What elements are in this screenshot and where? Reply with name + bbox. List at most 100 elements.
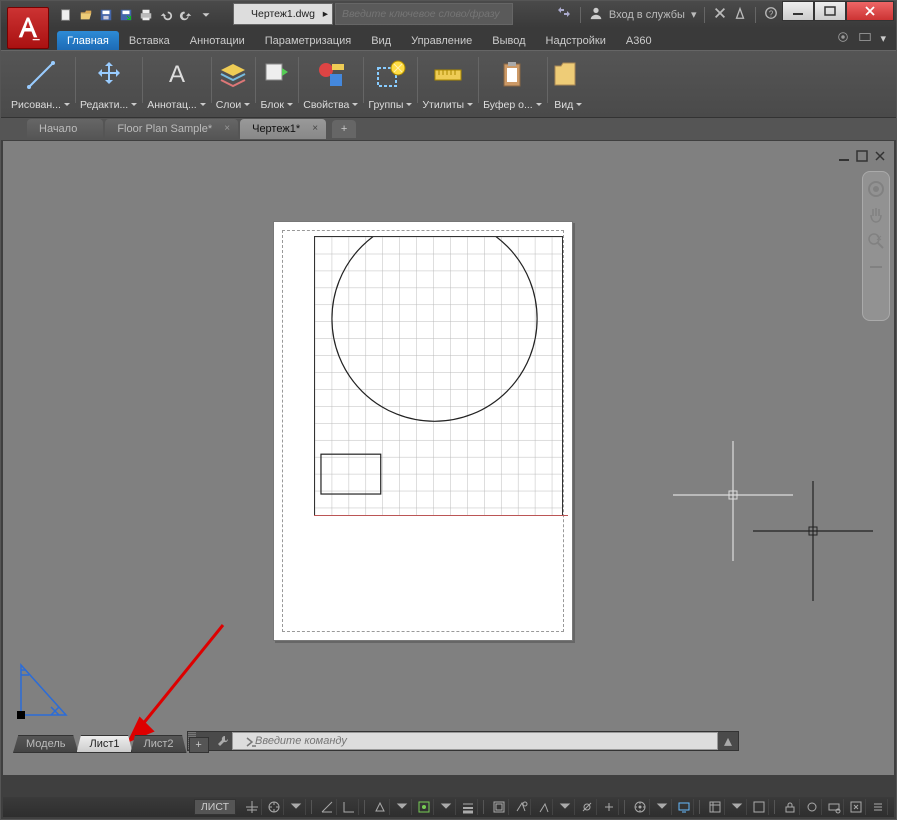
- status-units-icon[interactable]: [705, 799, 725, 815]
- status-scale-icon[interactable]: [533, 799, 553, 815]
- status-dropdown-6[interactable]: [727, 799, 747, 815]
- panel-utilities[interactable]: Утилиты: [418, 53, 478, 119]
- command-input[interactable]: [232, 732, 718, 750]
- status-lock-icon[interactable]: [780, 799, 800, 815]
- status-cleanscreen-icon[interactable]: [846, 799, 866, 815]
- status-bar: ЛИСТ: [3, 797, 894, 817]
- ribbon-tab-view[interactable]: Вид: [361, 31, 401, 50]
- navigation-bar[interactable]: [862, 171, 890, 321]
- layout-tab-add[interactable]: +: [189, 737, 209, 753]
- panel-modify[interactable]: Редакти...: [76, 53, 142, 119]
- qat-new[interactable]: [57, 6, 75, 24]
- vp-maximize-icon[interactable]: [856, 149, 868, 167]
- vp-close-icon[interactable]: [874, 149, 886, 167]
- close-button[interactable]: [846, 1, 894, 21]
- sign-in-dropdown-icon[interactable]: ▾: [691, 8, 697, 21]
- help-icon[interactable]: ?: [764, 6, 778, 23]
- measure-icon: [431, 58, 465, 92]
- qat-redo[interactable]: [177, 6, 195, 24]
- ribbon-tab-home[interactable]: Главная: [57, 31, 119, 50]
- ribbon-tab-manage[interactable]: Управление: [401, 31, 482, 50]
- file-tab-start[interactable]: Начало: [27, 119, 103, 139]
- featured-apps-icon[interactable]: [836, 30, 850, 47]
- status-dropdown-4[interactable]: [555, 799, 575, 815]
- status-space-label[interactable]: ЛИСТ: [194, 799, 236, 815]
- drawing-canvas[interactable]: ✕ ▴ Модель Лист1 Лист2 +: [3, 141, 894, 775]
- ribbon-tab-bar: Главная Вставка Аннотации Параметризация…: [1, 28, 896, 50]
- ribbon-tab-insert[interactable]: Вставка: [119, 31, 180, 50]
- panel-groups[interactable]: Группы: [364, 53, 417, 119]
- status-annovis-icon[interactable]: [577, 799, 597, 815]
- document-title[interactable]: Чертеж1.dwg ▸: [233, 3, 333, 25]
- status-hwaccel-icon[interactable]: [824, 799, 844, 815]
- layout-viewport[interactable]: [314, 236, 563, 516]
- status-customize-icon[interactable]: [868, 799, 888, 815]
- ribbon-tab-parametric[interactable]: Параметризация: [255, 31, 361, 50]
- status-autoscale-icon[interactable]: [599, 799, 619, 815]
- qat-open[interactable]: [77, 6, 95, 24]
- block-icon: [260, 58, 294, 92]
- status-snap-icon[interactable]: [264, 799, 284, 815]
- layout-tab-sheet1[interactable]: Лист1: [76, 735, 132, 753]
- status-qp-icon[interactable]: [749, 799, 769, 815]
- ribbon-dropdown-icon[interactable]: ▾: [880, 32, 886, 45]
- cmd-history-icon[interactable]: ▴: [718, 731, 738, 751]
- move-icon: [92, 58, 126, 92]
- status-isodraft-icon[interactable]: [370, 799, 390, 815]
- panel-block[interactable]: Блок: [256, 53, 298, 119]
- ribbon-tab-output[interactable]: Вывод: [482, 31, 535, 50]
- status-ortho-icon[interactable]: [339, 799, 359, 815]
- status-annoscale-icon[interactable]: [511, 799, 531, 815]
- pan-icon[interactable]: [867, 206, 885, 224]
- ribbon-minimize-icon[interactable]: [858, 30, 872, 47]
- qat-plot[interactable]: [137, 6, 155, 24]
- status-ws-icon[interactable]: [630, 799, 650, 815]
- close-icon[interactable]: ×: [312, 123, 318, 134]
- ribbon-tab-addins[interactable]: Надстройки: [536, 31, 616, 50]
- status-vpmax-icon[interactable]: [489, 799, 509, 815]
- status-osnap-icon[interactable]: [414, 799, 434, 815]
- status-lwt-icon[interactable]: [458, 799, 478, 815]
- status-monitor-icon[interactable]: [674, 799, 694, 815]
- panel-view[interactable]: Вид: [548, 53, 590, 119]
- file-tab-drawing1[interactable]: Чертеж1*×: [240, 119, 326, 139]
- file-tab-add[interactable]: +: [332, 120, 356, 138]
- infocenter-search[interactable]: [335, 3, 513, 25]
- vp-minimize-icon[interactable]: [838, 149, 850, 167]
- panel-draw[interactable]: Рисован...: [7, 53, 75, 119]
- search-input[interactable]: [336, 4, 512, 24]
- qat-undo[interactable]: [157, 6, 175, 24]
- panel-layers[interactable]: Слои: [212, 53, 256, 119]
- close-icon[interactable]: ×: [224, 123, 230, 134]
- ribbon-tab-a360[interactable]: A360: [616, 31, 662, 50]
- layout-tab-sheet2[interactable]: Лист2: [131, 735, 187, 753]
- status-dropdown-5[interactable]: [652, 799, 672, 815]
- app-menu-button[interactable]: [7, 7, 49, 49]
- search-icon[interactable]: [556, 5, 572, 24]
- status-dropdown-2[interactable]: [392, 799, 412, 815]
- panel-clipboard[interactable]: Буфер о...: [479, 53, 547, 119]
- layout-tab-model[interactable]: Модель: [13, 735, 78, 753]
- panel-properties[interactable]: Свойства: [299, 53, 363, 119]
- cmd-customize-icon[interactable]: [214, 734, 232, 748]
- sign-in-link[interactable]: Вход в службы: [609, 9, 685, 21]
- exchange-icon[interactable]: [713, 6, 727, 23]
- status-dropdown-3[interactable]: [436, 799, 456, 815]
- qat-saveas[interactable]: [117, 6, 135, 24]
- wheel-icon[interactable]: [867, 180, 885, 198]
- qat-save[interactable]: [97, 6, 115, 24]
- ribbon-tab-annotate[interactable]: Аннотации: [180, 31, 255, 50]
- command-line[interactable]: ✕ ▴: [187, 731, 739, 751]
- maximize-button[interactable]: [814, 1, 846, 21]
- file-tab-floorplan[interactable]: Floor Plan Sample*×: [105, 119, 238, 139]
- nav-dropdown-icon[interactable]: [867, 258, 885, 276]
- qat-dropdown[interactable]: [197, 6, 215, 24]
- status-dropdown-1[interactable]: [286, 799, 306, 815]
- panel-annotation[interactable]: A Аннотац...: [143, 53, 211, 119]
- status-grid-icon[interactable]: [242, 799, 262, 815]
- zoom-icon[interactable]: [867, 232, 885, 250]
- status-polar-icon[interactable]: [317, 799, 337, 815]
- a360-icon[interactable]: [733, 6, 747, 23]
- minimize-button[interactable]: [782, 1, 814, 21]
- status-isolate-icon[interactable]: [802, 799, 822, 815]
